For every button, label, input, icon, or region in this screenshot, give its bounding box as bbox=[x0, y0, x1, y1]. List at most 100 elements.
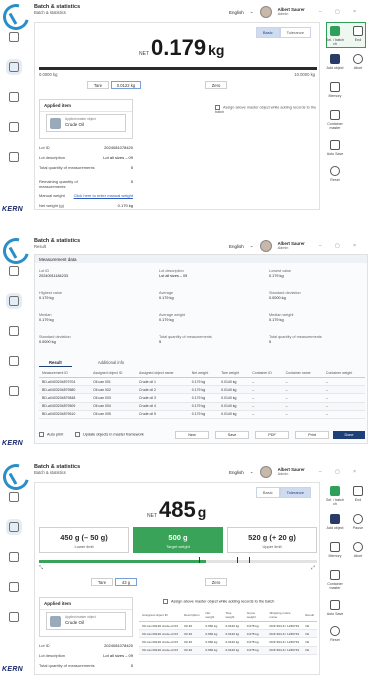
assign-checkbox[interactable]: Assign above master object while adding … bbox=[163, 599, 274, 604]
column-header[interactable]: Container weight bbox=[322, 369, 365, 378]
add-object-button[interactable]: Add object bbox=[325, 514, 345, 530]
print-button[interactable]: Print bbox=[295, 431, 329, 439]
logout-icon[interactable] bbox=[9, 612, 19, 622]
gear-icon[interactable] bbox=[9, 356, 19, 366]
gear-icon[interactable] bbox=[9, 122, 19, 132]
table-cell: 0.060 kg bbox=[202, 629, 223, 639]
column-header[interactable]: Assigned object ID bbox=[90, 369, 137, 378]
collapse-icon[interactable]: ⤡ bbox=[39, 565, 43, 571]
table-row[interactable]: Oil can 00120 crude oil 03 Oil 40 0.060 kg… bbox=[139, 637, 317, 647]
gear-icon[interactable] bbox=[9, 582, 19, 592]
table-row[interactable]: BD-a0403204879704 Oil can 001 Crude oil 10… bbox=[39, 377, 365, 387]
table-row[interactable]: BD-a0403204879580 Oil can 002 Crude oil 20… bbox=[39, 385, 365, 395]
window-controls[interactable]: – ▢ × bbox=[319, 9, 362, 15]
column-header[interactable]: Measurement ID bbox=[39, 369, 91, 378]
container-master-button[interactable]: Container master bbox=[325, 570, 345, 590]
results-table: Measurement ID Assigned object ID Assigned… bbox=[39, 369, 365, 419]
sel-batch-button[interactable]: Sel. / batch ch bbox=[325, 26, 345, 46]
column-header[interactable]: Result bbox=[302, 609, 317, 622]
sel-batch-button[interactable]: Sel. / batch ch bbox=[325, 486, 345, 506]
column-header[interactable]: Assigned object ID bbox=[139, 609, 181, 622]
tab-basic[interactable]: Basic bbox=[255, 487, 280, 498]
auto-save-button[interactable]: Auto Save bbox=[325, 140, 345, 156]
tab-result[interactable]: Result bbox=[39, 359, 72, 367]
tare-input[interactable]: 43 g bbox=[115, 578, 137, 586]
manual-weight-link[interactable]: Click here to enter manual weight bbox=[74, 193, 133, 198]
grid-icon[interactable] bbox=[6, 293, 22, 309]
abort-button[interactable]: Abort bbox=[348, 54, 368, 70]
column-header[interactable]: Assigned object name bbox=[136, 369, 189, 378]
window-controls[interactable]: – ▢ × bbox=[319, 243, 362, 249]
table-row[interactable]: Oil can 00120 crude oil 03 Oil 40 0.060 kg… bbox=[139, 621, 317, 631]
auto-print-checkbox[interactable]: Auto print bbox=[39, 432, 63, 437]
memory-button[interactable]: Memory bbox=[325, 542, 345, 558]
reset-button[interactable]: Reset bbox=[325, 166, 345, 182]
logout-icon[interactable] bbox=[9, 152, 19, 162]
update-objects-checkbox[interactable]: Update objects in master framework bbox=[75, 432, 144, 437]
zero-button[interactable]: Zero bbox=[205, 578, 227, 586]
home-icon[interactable] bbox=[9, 32, 19, 42]
database-icon[interactable] bbox=[9, 552, 19, 562]
tab-additional-info[interactable]: Additional info bbox=[94, 359, 128, 367]
tare-button[interactable]: Tare bbox=[87, 81, 109, 89]
field-label: Median bbox=[39, 313, 52, 317]
avatar[interactable] bbox=[259, 6, 272, 18]
column-header[interactable]: Container name bbox=[282, 369, 323, 378]
tare-input[interactable]: 0.0122 kg bbox=[111, 81, 141, 89]
applied-item-chip[interactable]: Applied master object Crude Oil bbox=[46, 114, 126, 132]
table-row[interactable]: Oil can 00120 crude oil 03 Oil 40 0.060 kg… bbox=[139, 629, 317, 639]
table-row[interactable]: BD-a0403204879509 Oil can 004 Crude oil 40… bbox=[39, 402, 365, 411]
column-header[interactable]: Description bbox=[180, 609, 203, 622]
save-button[interactable]: Save bbox=[215, 431, 249, 439]
column-header[interactable]: Shipping notice name bbox=[266, 609, 303, 622]
database-icon[interactable] bbox=[9, 92, 19, 102]
column-header[interactable]: Tare weight bbox=[218, 369, 250, 378]
language-select[interactable]: English bbox=[229, 470, 244, 475]
table-row[interactable]: BD-a0403204879610 Oil can 005 Crude oil 50… bbox=[39, 410, 365, 419]
column-header[interactable]: Gross weight bbox=[243, 609, 267, 622]
abort-button[interactable]: Abort bbox=[348, 542, 368, 558]
logout-icon[interactable] bbox=[9, 386, 19, 396]
new-button[interactable]: New bbox=[175, 431, 209, 439]
home-icon[interactable] bbox=[9, 492, 19, 502]
table-row[interactable]: Oil can 00120 crude oil 03 Oil 40 0.060 kg… bbox=[139, 646, 317, 655]
applied-item-card[interactable]: Applied item Applied master object Crude… bbox=[39, 597, 133, 637]
column-header[interactable]: Net weight bbox=[202, 609, 223, 622]
database-icon[interactable] bbox=[9, 326, 19, 336]
avatar[interactable] bbox=[259, 240, 272, 252]
language-select[interactable]: English bbox=[229, 10, 244, 15]
column-header[interactable]: Net weight bbox=[188, 369, 219, 378]
table-row[interactable]: BD-a0403204879848 Oil can 003 Crude oil 30… bbox=[39, 393, 365, 403]
tab-tolerance[interactable]: Tolerance bbox=[279, 487, 311, 498]
auto-save-button[interactable]: Auto Save bbox=[325, 600, 345, 616]
pdf-button[interactable]: PDF bbox=[255, 431, 289, 439]
language-select[interactable]: English bbox=[229, 244, 244, 249]
home-icon[interactable] bbox=[9, 266, 19, 276]
done-button[interactable]: Done bbox=[333, 431, 365, 439]
end-button[interactable]: End bbox=[348, 26, 368, 42]
add-object-button[interactable]: Add object bbox=[325, 54, 345, 70]
assign-checkbox[interactable]: Assign above master object while adding … bbox=[215, 105, 319, 114]
table-cell: BD-a0403204879848 bbox=[39, 393, 91, 403]
pause-button[interactable]: Pause bbox=[348, 514, 368, 530]
avatar[interactable] bbox=[259, 466, 272, 478]
end-button[interactable]: End bbox=[348, 486, 368, 502]
measurement-field: Standard deviation 0.0000 kg bbox=[269, 291, 301, 300]
applied-item-chip[interactable]: Applied master object Crude Oil bbox=[46, 612, 126, 630]
grid-icon[interactable] bbox=[6, 519, 22, 535]
table-cell: 0.060 kg bbox=[202, 646, 223, 655]
container-master-button[interactable]: Container master bbox=[325, 110, 345, 130]
window-controls[interactable]: – ▢ × bbox=[319, 469, 362, 475]
tab-basic[interactable]: Basic bbox=[255, 27, 280, 38]
reset-button[interactable]: Reset bbox=[325, 626, 345, 642]
zero-button[interactable]: Zero bbox=[205, 81, 227, 89]
grid-icon[interactable] bbox=[6, 59, 22, 75]
column-header[interactable]: Container ID bbox=[249, 369, 283, 378]
memory-button[interactable]: Memory bbox=[325, 82, 345, 98]
column-header[interactable]: Tare weight bbox=[222, 609, 244, 622]
container-icon bbox=[330, 570, 340, 580]
expand-icon[interactable]: ⤢ bbox=[311, 565, 315, 571]
applied-item-card[interactable]: Applied item Applied master object Crude… bbox=[39, 99, 133, 139]
tab-tolerance[interactable]: Tolerance bbox=[279, 27, 311, 38]
tare-button[interactable]: Tare bbox=[91, 578, 113, 586]
